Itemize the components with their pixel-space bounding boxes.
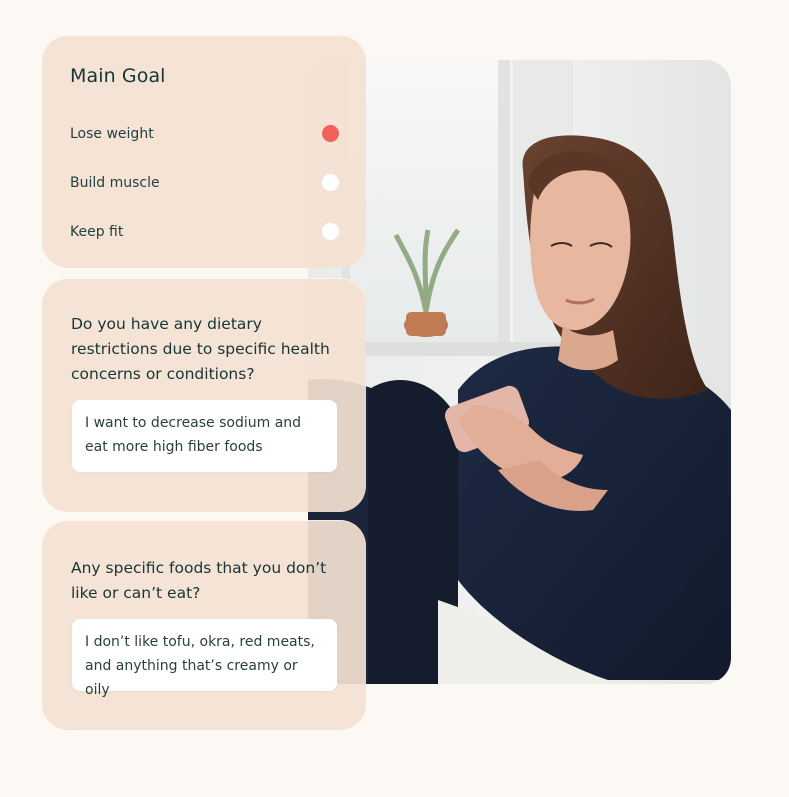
- dietary-restrictions-card: Do you have any dietary restrictions due…: [42, 278, 366, 512]
- main-goal-title: Main Goal: [70, 65, 166, 87]
- option-label: Build muscle: [70, 174, 160, 191]
- dietary-restrictions-answer[interactable]: I want to decrease sodium and eat more h…: [72, 400, 337, 472]
- radio-unselected-icon[interactable]: [322, 174, 339, 191]
- option-build-muscle[interactable]: Build muscle: [70, 158, 340, 207]
- option-label: Keep fit: [70, 223, 124, 240]
- main-goal-card: Main Goal Lose weight Build muscle Keep …: [42, 35, 366, 268]
- option-keep-fit[interactable]: Keep fit: [70, 207, 340, 256]
- option-label: Lose weight: [70, 125, 154, 142]
- radio-selected-icon[interactable]: [322, 125, 339, 142]
- disliked-foods-answer[interactable]: I don’t like tofu, okra, red meats, and …: [72, 619, 337, 698]
- disliked-foods-question: Any specific foods that you don’t like o…: [71, 559, 327, 602]
- option-lose-weight[interactable]: Lose weight: [70, 109, 340, 158]
- disliked-foods-card: Any specific foods that you don’t like o…: [42, 520, 366, 730]
- radio-unselected-icon[interactable]: [322, 223, 339, 240]
- dietary-restrictions-question: Do you have any dietary restrictions due…: [71, 315, 330, 383]
- woman-with-phone-photo: [308, 60, 731, 684]
